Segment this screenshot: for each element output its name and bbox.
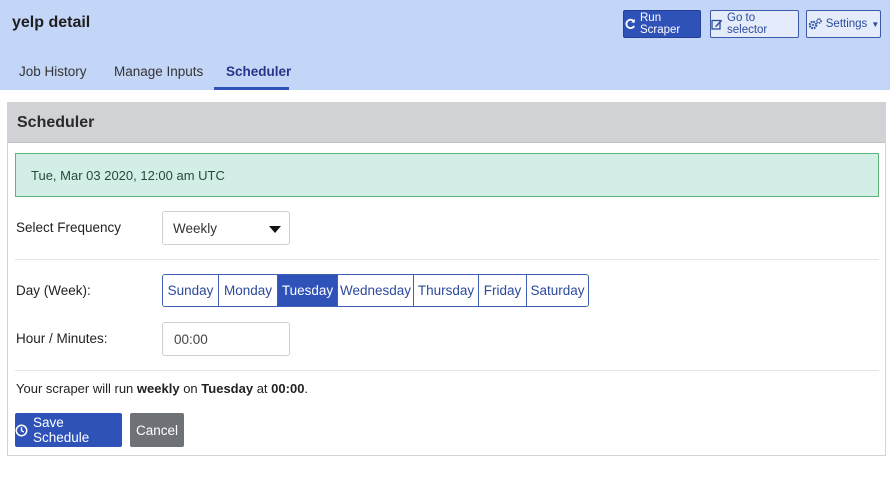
run-scraper-label: Run Scraper bbox=[640, 12, 681, 36]
tab-scheduler[interactable]: Scheduler bbox=[226, 64, 291, 79]
day-button-friday[interactable]: Friday bbox=[478, 275, 526, 306]
day-week-label: Day (Week): bbox=[16, 283, 91, 298]
divider bbox=[15, 370, 879, 371]
frequency-select[interactable]: Weekly bbox=[162, 211, 290, 245]
app-title: yelp detail bbox=[12, 14, 91, 31]
tab-job-history[interactable]: Job History bbox=[19, 64, 87, 79]
refresh-icon bbox=[624, 18, 636, 30]
go-to-selector-button[interactable]: Go to selector bbox=[710, 10, 799, 38]
scheduler-panel: Scheduler Tue, Mar 03 2020, 12:00 am UTC… bbox=[7, 102, 886, 456]
chevron-down-icon bbox=[269, 226, 281, 233]
edit-icon bbox=[711, 18, 723, 30]
settings-label: Settings bbox=[825, 18, 868, 30]
active-tab-indicator bbox=[214, 87, 289, 90]
day-selector-group: Sunday Monday Tuesday Wednesday Thursday… bbox=[162, 274, 589, 307]
current-datetime-alert: Tue, Mar 03 2020, 12:00 am UTC bbox=[15, 153, 879, 197]
schedule-summary: Your scraper will run weekly on Tuesday … bbox=[16, 381, 309, 396]
divider bbox=[15, 259, 879, 260]
cancel-button[interactable]: Cancel bbox=[130, 413, 184, 447]
frequency-label: Select Frequency bbox=[16, 220, 122, 235]
go-to-selector-label: Go to selector bbox=[727, 12, 768, 36]
hour-minutes-label: Hour / Minutes: bbox=[16, 331, 108, 346]
panel-title: Scheduler bbox=[8, 103, 885, 143]
day-button-monday[interactable]: Monday bbox=[218, 275, 277, 306]
day-button-saturday[interactable]: Saturday bbox=[526, 275, 588, 306]
day-button-thursday[interactable]: Thursday bbox=[413, 275, 478, 306]
frequency-value: Weekly bbox=[173, 220, 218, 236]
top-header: yelp detail Run Scraper Go to selector S… bbox=[0, 0, 890, 90]
day-button-sunday[interactable]: Sunday bbox=[163, 275, 218, 306]
day-button-wednesday[interactable]: Wednesday bbox=[337, 275, 413, 306]
day-button-tuesday[interactable]: Tuesday bbox=[277, 275, 337, 306]
settings-dropdown-button[interactable]: Settings ▼ bbox=[806, 10, 881, 38]
time-input[interactable] bbox=[162, 322, 290, 356]
tab-manage-inputs[interactable]: Manage Inputs bbox=[114, 64, 203, 79]
chevron-down-icon: ▼ bbox=[871, 19, 880, 29]
clock-icon bbox=[15, 424, 28, 437]
save-schedule-label: Save Schedule bbox=[33, 415, 90, 445]
gears-icon bbox=[808, 18, 822, 30]
run-scraper-button[interactable]: Run Scraper bbox=[623, 10, 701, 38]
save-schedule-button[interactable]: Save Schedule bbox=[15, 413, 122, 447]
